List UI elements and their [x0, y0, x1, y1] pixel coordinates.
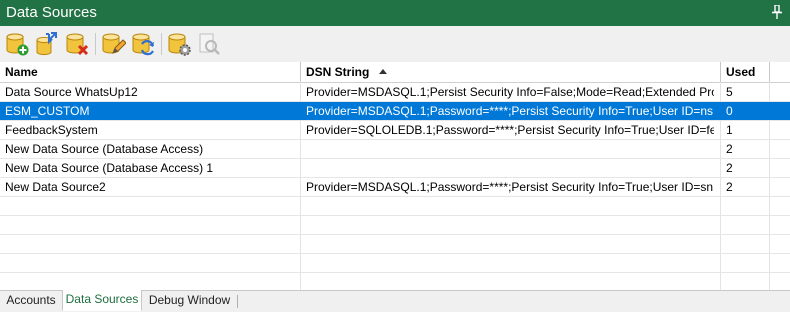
cell-dsn-string: [306, 140, 714, 158]
cell-used: 5: [726, 85, 733, 99]
sort-ascending-icon: [379, 69, 387, 74]
refresh-database-icon: [132, 33, 155, 56]
table-row[interactable]: New Data Source (Database Access) 2: [0, 140, 790, 159]
import-database-icon: [36, 32, 57, 56]
cell-name: New Data Source2: [5, 180, 106, 194]
cell-used: 1: [726, 123, 733, 137]
column-header-used[interactable]: Used: [721, 62, 769, 82]
data-sources-grid: Name DSN String Used Data Source WhatsUp…: [0, 62, 790, 292]
configure-data-source-button[interactable]: [166, 31, 192, 57]
column-header-dsn-string[interactable]: DSN String: [301, 62, 720, 82]
empty-row: [0, 235, 790, 254]
cell-name: Data Source WhatsUp12: [5, 85, 138, 99]
cell-used: 2: [726, 161, 733, 175]
empty-row: [0, 216, 790, 235]
table-row-selected[interactable]: ESM_CUSTOM Provider=MSDASQL.1;Password=*…: [0, 102, 790, 121]
cell-used: 2: [726, 142, 733, 156]
grid-header: Name DSN String Used: [0, 62, 790, 83]
cell-dsn-string: Provider=MSDASQL.1;Password=****;Persist…: [306, 104, 714, 118]
empty-row: [0, 197, 790, 216]
edit-database-icon: [102, 33, 127, 54]
toolbar-separator: [95, 33, 96, 55]
cell-name: New Data Source (Database Access): [5, 142, 204, 156]
cell-dsn-string: Provider=MSDASQL.1;Persist Security Info…: [306, 85, 714, 99]
pin-icon[interactable]: [772, 5, 782, 19]
edit-data-source-button[interactable]: [100, 31, 127, 57]
table-row[interactable]: FeedbackSystem Provider=SQLOLEDB.1;Passw…: [0, 121, 790, 140]
panel-title-bar: Data Sources: [0, 0, 790, 26]
tab-separator: [237, 295, 238, 308]
cell-name: ESM_CUSTOM: [5, 104, 90, 118]
test-database-icon: [199, 33, 220, 55]
cell-dsn-string: Provider=MSDASQL.1;Password=****;Persist…: [306, 180, 714, 194]
empty-row: [0, 254, 790, 273]
cell-name: FeedbackSystem: [5, 123, 98, 137]
cell-name: New Data Source (Database Access) 1: [5, 161, 214, 175]
table-row[interactable]: New Data Source2 Provider=MSDASQL.1;Pass…: [0, 178, 790, 197]
table-row[interactable]: Data Source WhatsUp12 Provider=MSDASQL.1…: [0, 83, 790, 102]
toolbar: [0, 26, 790, 63]
toolbar-separator: [161, 33, 162, 55]
add-data-source-button[interactable]: [4, 31, 30, 57]
column-divider[interactable]: [769, 62, 770, 82]
tab-accounts[interactable]: Accounts: [0, 291, 62, 311]
panel-title: Data Sources: [6, 4, 97, 21]
column-header-name[interactable]: Name: [0, 62, 300, 82]
cell-dsn-string: [306, 159, 714, 177]
cell-used: 2: [726, 180, 733, 194]
refresh-data-source-button[interactable]: [130, 31, 156, 57]
tab-data-sources[interactable]: Data Sources: [62, 290, 142, 311]
delete-data-source-button[interactable]: [64, 31, 90, 57]
bottom-tab-strip: Accounts Data Sources Debug Window: [0, 290, 790, 312]
test-data-source-button[interactable]: [196, 31, 222, 57]
add-database-icon: [6, 33, 29, 56]
tab-debug-window[interactable]: Debug Window: [142, 291, 237, 311]
delete-database-icon: [66, 33, 89, 56]
cell-dsn-string: Provider=SQLOLEDB.1;Password=****;Persis…: [306, 123, 714, 137]
configure-database-icon: [168, 33, 191, 56]
table-row[interactable]: New Data Source (Database Access) 1 2: [0, 159, 790, 178]
cell-used: 0: [726, 104, 733, 118]
import-data-source-button[interactable]: [34, 31, 60, 57]
